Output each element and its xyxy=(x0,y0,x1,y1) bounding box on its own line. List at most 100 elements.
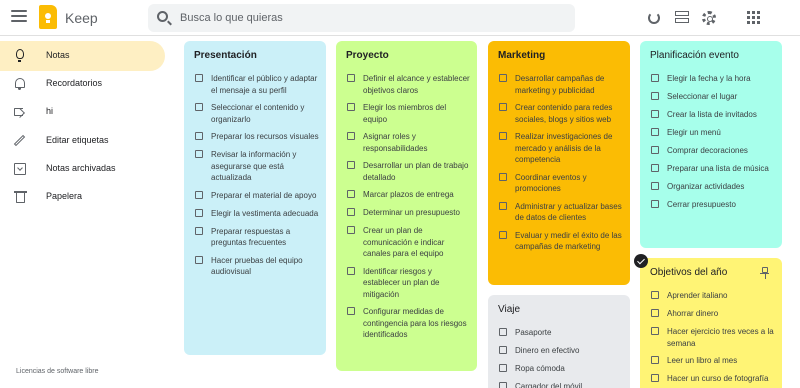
checklist-item-text[interactable]: Cerrar presupuesto xyxy=(667,199,775,211)
search-input[interactable] xyxy=(180,8,560,28)
main-menu-icon[interactable] xyxy=(11,10,27,26)
note-title[interactable]: Planificación evento xyxy=(650,50,739,61)
sidebar-item-recordatorios[interactable]: Recordatorios xyxy=(0,69,165,99)
checklist-item-text[interactable]: Ahorrar dinero xyxy=(667,308,775,320)
checklist-item-text[interactable]: Realizar investigaciones de mercado y an… xyxy=(515,131,623,166)
pin-icon[interactable] xyxy=(760,267,770,279)
checkbox[interactable] xyxy=(499,364,507,372)
checklist-item-text[interactable]: Comprar decoraciones xyxy=(667,145,775,157)
checklist-item-text[interactable]: Elegir la vestimenta adecuada xyxy=(211,208,319,220)
checkbox[interactable] xyxy=(347,161,355,169)
checkbox[interactable] xyxy=(499,382,507,388)
checklist-item-text[interactable]: Configurar medidas de contingencia para … xyxy=(363,306,470,341)
note-card-presentacion[interactable]: Presentación Identificar el público y ad… xyxy=(184,41,326,355)
checkbox[interactable] xyxy=(347,74,355,82)
checklist-item-text[interactable]: Pasaporte xyxy=(515,327,623,339)
checkbox[interactable] xyxy=(651,182,659,190)
checkbox[interactable] xyxy=(195,208,203,217)
checklist-item-text[interactable]: Elegir un menú xyxy=(667,127,775,139)
checklist-item-text[interactable]: Crear la lista de invitados xyxy=(667,109,775,121)
checklist-item-text[interactable]: Leer un libro al mes xyxy=(667,355,775,367)
checklist-item-text[interactable]: Organizar actividades xyxy=(667,181,775,193)
checkbox[interactable] xyxy=(499,172,507,181)
select-note-check-icon[interactable] xyxy=(634,254,648,268)
checklist-item-text[interactable]: Crear un plan de comunicación e indicar … xyxy=(363,225,470,260)
checkbox[interactable] xyxy=(651,374,659,382)
note-title[interactable]: Presentación xyxy=(194,50,257,61)
checkbox[interactable] xyxy=(499,132,507,140)
checkbox[interactable] xyxy=(651,309,659,317)
checklist-item-text[interactable]: Desarrollar un plan de trabajo detallado xyxy=(363,160,470,183)
checkbox[interactable] xyxy=(347,103,355,111)
checklist-item-text[interactable]: Elegir los miembros del equipo xyxy=(363,102,470,125)
checkbox[interactable] xyxy=(347,307,355,315)
checklist-item-text[interactable]: Hacer pruebas del equipo audiovisual xyxy=(211,255,319,278)
checkbox[interactable] xyxy=(347,208,355,216)
checklist-item-text[interactable]: Crear contenido para redes sociales, blo… xyxy=(515,102,623,125)
checklist-item-text[interactable]: Identificar riesgos y establecer un plan… xyxy=(363,266,470,301)
sidebar-item-hi[interactable]: hi xyxy=(0,97,165,127)
checkbox[interactable] xyxy=(499,103,507,111)
checklist-item-text[interactable]: Seleccionar el lugar xyxy=(667,91,775,103)
checkbox[interactable] xyxy=(499,346,507,354)
checkbox[interactable] xyxy=(195,190,203,199)
search-bar[interactable] xyxy=(148,4,575,32)
checklist-item-text[interactable]: Administrar y actualizar bases de datos … xyxy=(515,201,623,224)
checkbox[interactable] xyxy=(651,291,659,299)
sidebar-item-editar-etiquetas[interactable]: Editar etiquetas xyxy=(0,126,165,156)
checklist-item-text[interactable]: Desarrollar campañas de marketing y publ… xyxy=(515,73,623,96)
checkbox[interactable] xyxy=(651,74,659,82)
settings-gear-icon[interactable] xyxy=(700,9,718,27)
note-title[interactable]: Proyecto xyxy=(346,50,389,61)
checklist-item-text[interactable]: Coordinar eventos y promociones xyxy=(515,172,623,195)
checklist-item-text[interactable]: Aprender italiano xyxy=(667,290,775,302)
sidebar-item-papelera[interactable]: Papelera xyxy=(0,182,165,212)
list-view-icon[interactable] xyxy=(673,9,691,27)
note-card-objetivos-del-ano[interactable]: Objetivos del año Aprender italiano Ahorr… xyxy=(640,258,782,388)
checkbox[interactable] xyxy=(195,132,203,140)
checklist-item-text[interactable]: Identificar el público y adaptar el mens… xyxy=(211,73,319,96)
sidebar-item-notas[interactable]: Notas xyxy=(0,41,165,71)
note-card-viaje[interactable]: Viaje Pasaporte Dinero en efectivo Ropa có… xyxy=(488,295,630,388)
checklist-item-text[interactable]: Hacer ejercicio tres veces a la semana xyxy=(667,326,775,349)
checkbox[interactable] xyxy=(651,92,659,100)
checkbox[interactable] xyxy=(195,226,203,235)
note-title[interactable]: Marketing xyxy=(498,50,545,61)
checklist-item-text[interactable]: Preparar respuestas a preguntas frecuent… xyxy=(211,226,319,249)
app-title[interactable]: Keep xyxy=(65,10,98,26)
checklist-item-text[interactable]: Marcar plazos de entrega xyxy=(363,189,470,201)
checklist-item-text[interactable]: Ropa cómoda xyxy=(515,363,623,375)
checkbox[interactable] xyxy=(195,150,203,158)
search-icon[interactable] xyxy=(157,11,168,22)
checkbox[interactable] xyxy=(347,190,355,198)
checklist-item-text[interactable]: Preparar los recursos visuales xyxy=(211,131,319,143)
checkbox[interactable] xyxy=(347,226,355,234)
checklist-item-text[interactable]: Preparar el material de apoyo xyxy=(211,190,319,202)
checkbox[interactable] xyxy=(195,103,203,111)
sidebar-item-notas-archivadas[interactable]: Notas archivadas xyxy=(0,154,165,184)
checkbox[interactable] xyxy=(499,328,507,336)
checklist-item-text[interactable]: Revisar la información y asegurarse que … xyxy=(211,149,319,184)
checklist-item-text[interactable]: Hacer un curso de fotografía xyxy=(667,373,775,385)
checkbox[interactable] xyxy=(651,164,659,172)
note-card-marketing[interactable]: Marketing Desarrollar campañas de market… xyxy=(488,41,630,285)
checkbox[interactable] xyxy=(347,266,355,275)
checkbox[interactable] xyxy=(651,110,659,118)
checkbox[interactable] xyxy=(195,74,203,82)
checkbox[interactable] xyxy=(651,356,659,364)
checkbox[interactable] xyxy=(499,230,507,239)
checkbox[interactable] xyxy=(651,146,659,154)
checkbox[interactable] xyxy=(347,132,355,140)
checklist-item-text[interactable]: Determinar un presupuesto xyxy=(363,207,470,219)
checklist-item-text[interactable]: Elegir la fecha y la hora xyxy=(667,73,775,85)
open-source-licenses-link[interactable]: Licencias de software libre xyxy=(16,368,99,375)
checklist-item-text[interactable]: Evaluar y medir el éxito de las campañas… xyxy=(515,230,623,253)
checkbox[interactable] xyxy=(651,327,659,335)
checklist-item-text[interactable]: Preparar una lista de música xyxy=(667,163,775,175)
checkbox[interactable] xyxy=(499,74,507,82)
checklist-item-text[interactable]: Cargador del móvil xyxy=(515,381,623,388)
note-title[interactable]: Viaje xyxy=(498,304,520,315)
checkbox[interactable] xyxy=(195,255,203,264)
checkbox[interactable] xyxy=(499,201,507,210)
note-card-proyecto[interactable]: Proyecto Definir el alcance y establecer… xyxy=(336,41,477,371)
